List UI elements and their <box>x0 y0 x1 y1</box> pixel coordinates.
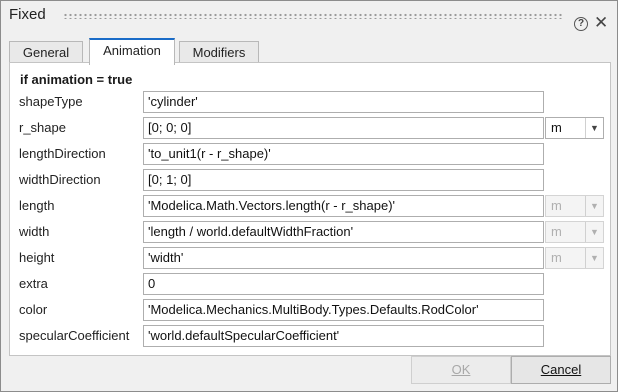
chevron-down-icon: ▼ <box>585 248 603 268</box>
width-field[interactable]: 'length / world.defaultWidthFraction' <box>143 221 544 243</box>
param-label: widthDirection <box>19 172 101 187</box>
unit-select: m ▼ <box>545 247 604 269</box>
drag-grip[interactable] <box>63 13 563 19</box>
shapeType-field[interactable]: 'cylinder' <box>143 91 544 113</box>
help-icon[interactable]: ? <box>574 17 588 31</box>
widthDirection-field[interactable]: [0; 1; 0] <box>143 169 544 191</box>
unit-select: m ▼ <box>545 195 604 217</box>
close-icon[interactable]: ✕ <box>594 14 608 31</box>
lengthDirection-field[interactable]: 'to_unit1(r - r_shape)' <box>143 143 544 165</box>
param-row-extra: extra 0 <box>10 273 610 295</box>
chevron-down-icon: ▼ <box>585 222 603 242</box>
tab-bar: General Animation Modifiers <box>9 38 609 65</box>
section-heading: if animation = true <box>20 72 133 87</box>
unit-select[interactable]: m ▼ <box>545 117 604 139</box>
ok-button-label: OK <box>451 362 471 377</box>
unit-value: m <box>551 224 562 239</box>
param-row-color: color 'Modelica.Mechanics.MultiBody.Type… <box>10 299 610 321</box>
specularCoefficient-field[interactable]: 'world.defaultSpecularCoefficient' <box>143 325 544 347</box>
dialog-window: Fixed ? ✕ General Animation Modifiers if… <box>0 0 618 392</box>
param-row-height: height 'width' m ▼ <box>10 247 610 269</box>
height-field[interactable]: 'width' <box>143 247 544 269</box>
length-field[interactable]: 'Modelica.Math.Vectors.length(r - r_shap… <box>143 195 544 217</box>
cancel-button[interactable]: Cancel <box>511 356 611 384</box>
tab-animation[interactable]: Animation <box>89 38 175 65</box>
unit-value: m <box>551 250 562 265</box>
param-label: extra <box>19 276 48 291</box>
param-row-specularCoefficient: specularCoefficient 'world.defaultSpecul… <box>10 325 610 347</box>
param-row-r_shape: r_shape [0; 0; 0] m ▼ <box>10 117 610 139</box>
unit-select: m ▼ <box>545 221 604 243</box>
param-label: length <box>19 198 55 213</box>
r_shape-field[interactable]: [0; 0; 0] <box>143 117 544 139</box>
param-label: lengthDirection <box>19 146 106 161</box>
tab-general[interactable]: General <box>9 41 83 63</box>
unit-value: m <box>551 198 562 213</box>
param-row-shapeType: shapeType 'cylinder' <box>10 91 610 113</box>
param-label: shapeType <box>19 94 83 109</box>
color-field[interactable]: 'Modelica.Mechanics.MultiBody.Types.Defa… <box>143 299 544 321</box>
chevron-down-icon[interactable]: ▼ <box>585 118 603 138</box>
chevron-down-icon: ▼ <box>585 196 603 216</box>
unit-value: m <box>551 120 562 135</box>
extra-field[interactable]: 0 <box>143 273 544 295</box>
param-label: r_shape <box>19 120 66 135</box>
window-title: Fixed <box>9 6 46 23</box>
title-bar[interactable]: Fixed ? ✕ <box>1 1 617 31</box>
param-label: color <box>19 302 48 317</box>
ok-button[interactable]: OK <box>411 356 511 384</box>
animation-panel: if animation = true shapeType 'cylinder'… <box>9 62 611 356</box>
param-row-widthDirection: widthDirection [0; 1; 0] <box>10 169 610 191</box>
param-label: width <box>19 224 50 239</box>
tab-modifiers[interactable]: Modifiers <box>179 41 259 63</box>
cancel-button-label: Cancel <box>540 362 582 377</box>
param-label: height <box>19 250 55 265</box>
param-row-lengthDirection: lengthDirection 'to_unit1(r - r_shape)' <box>10 143 610 165</box>
param-label: specularCoefficient <box>19 328 130 343</box>
param-row-width: width 'length / world.defaultWidthFracti… <box>10 221 610 243</box>
param-row-length: length 'Modelica.Math.Vectors.length(r -… <box>10 195 610 217</box>
